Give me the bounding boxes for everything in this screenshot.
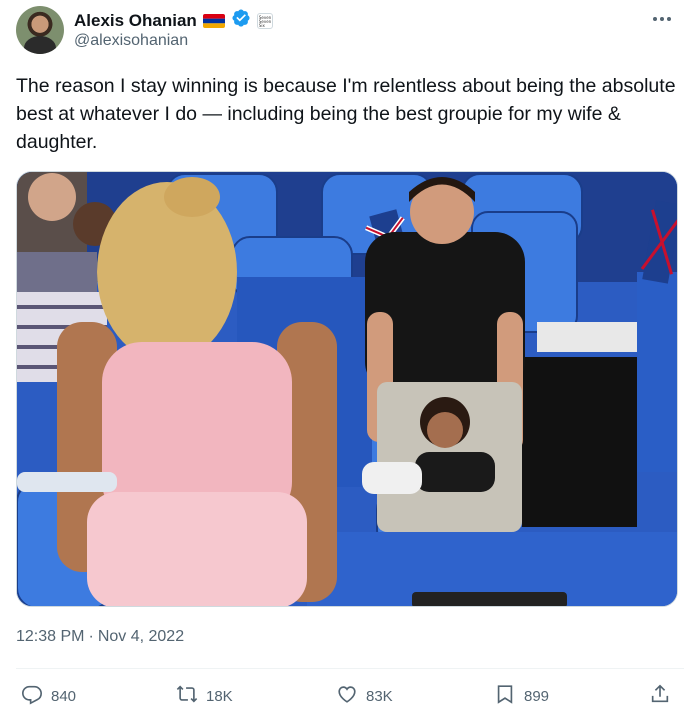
bookmark-icon (494, 683, 516, 709)
photo-illustration (17, 172, 677, 606)
like-count: 83K (366, 687, 393, 705)
timestamp-separator: · (88, 628, 94, 645)
reply-count: 840 (51, 687, 77, 705)
share-button[interactable] (649, 683, 671, 709)
bookmark-count: 899 (524, 687, 550, 705)
armenia-flag-icon (202, 13, 225, 28)
author-name-row: Alexis Ohanian Seven Seven Six (74, 8, 273, 33)
tweet-timestamp[interactable]: 12:38 PM · Nov 4, 2022 (16, 628, 184, 646)
avatar[interactable] (16, 6, 64, 54)
reply-button[interactable]: 840 (21, 683, 76, 709)
affiliation-badge-icon[interactable]: Seven Seven Six (256, 12, 273, 29)
tweet-time: 12:38 PM (16, 628, 85, 645)
like-button[interactable]: 83K (336, 683, 393, 709)
tweet-date: Nov 4, 2022 (97, 628, 185, 645)
retweet-button[interactable]: 18K (176, 683, 233, 709)
like-icon (336, 683, 358, 709)
author-handle[interactable]: @alexisohanian (74, 32, 188, 50)
retweet-icon (176, 683, 198, 709)
divider (16, 668, 684, 669)
action-bar: 840 18K 83K 899 (16, 683, 684, 713)
author-display-name[interactable]: Alexis Ohanian (74, 11, 197, 31)
more-icon[interactable] (650, 12, 674, 26)
tweet-photo[interactable] (16, 171, 678, 607)
share-icon (649, 683, 671, 709)
tweet-text: The reason I stay winning is because I'm… (16, 75, 676, 153)
reply-icon (21, 683, 43, 709)
verified-icon[interactable] (231, 8, 251, 33)
retweet-count: 18K (206, 687, 233, 705)
bookmark-button[interactable]: 899 (494, 683, 549, 709)
tweet-card: Alexis Ohanian Seven Seven Six @alexisohan… (0, 0, 700, 725)
